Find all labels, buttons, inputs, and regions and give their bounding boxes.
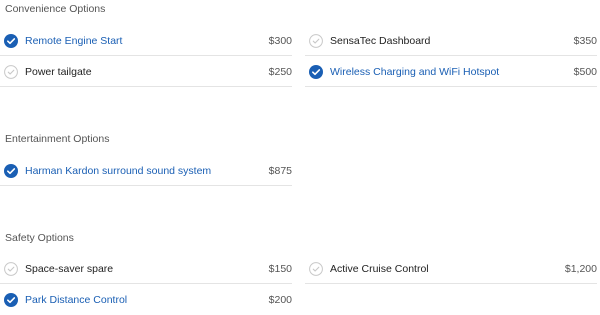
option-price: $300 bbox=[268, 34, 292, 47]
option-label: SensaTec Dashboard bbox=[330, 34, 431, 47]
option-remote-engine-start[interactable]: Remote Engine Start $300 bbox=[0, 26, 292, 56]
option-active-cruise-control[interactable]: Active Cruise Control $1,200 bbox=[305, 254, 597, 284]
option-price: $500 bbox=[573, 65, 597, 78]
section-title: Convenience Options bbox=[5, 3, 106, 15]
check-circle-filled-icon bbox=[309, 64, 323, 79]
option-wireless-charging-wifi-hotspot[interactable]: Wireless Charging and WiFi Hotspot $500 bbox=[305, 57, 597, 87]
option-label: Active Cruise Control bbox=[330, 262, 429, 275]
option-label: Remote Engine Start bbox=[25, 34, 123, 47]
option-park-distance-control[interactable]: Park Distance Control $200 bbox=[0, 285, 292, 315]
option-price: $250 bbox=[268, 65, 292, 78]
check-circle-outline-icon bbox=[309, 261, 323, 276]
entertainment-options-section: Entertainment Options Harman Kardon surr… bbox=[0, 133, 600, 193]
check-circle-filled-icon bbox=[4, 293, 18, 307]
option-label: Space-saver spare bbox=[25, 262, 114, 275]
option-price: $1,200 bbox=[564, 262, 597, 275]
option-label: Power tailgate bbox=[25, 65, 92, 78]
section-title: Entertainment Options bbox=[5, 133, 110, 145]
section-title: Safety Options bbox=[5, 232, 74, 244]
option-price: $875 bbox=[268, 164, 292, 177]
option-power-tailgate[interactable]: Power tailgate $250 bbox=[0, 57, 292, 87]
option-label: Park Distance Control bbox=[25, 294, 128, 306]
option-price: $350 bbox=[573, 34, 597, 47]
check-circle-outline-icon bbox=[4, 64, 18, 79]
check-circle-filled-icon bbox=[4, 163, 18, 178]
option-label: Harman Kardon surround sound system bbox=[25, 164, 212, 177]
check-circle-outline-icon bbox=[4, 261, 18, 276]
option-price: $150 bbox=[268, 262, 292, 275]
convenience-options-section: Convenience Options Remote Engine Start … bbox=[0, 3, 600, 93]
option-price: $200 bbox=[268, 294, 292, 306]
safety-options-section: Safety Options Space-saver spare $150 Ac… bbox=[0, 232, 600, 313]
option-harman-kardon-surround-sound[interactable]: Harman Kardon surround sound system $875 bbox=[0, 156, 292, 186]
check-circle-outline-icon bbox=[309, 33, 323, 48]
options-page: Convenience Options Remote Engine Start … bbox=[0, 0, 600, 313]
check-circle-filled-icon bbox=[4, 33, 18, 48]
option-sensatec-dashboard[interactable]: SensaTec Dashboard $350 bbox=[305, 26, 597, 56]
option-space-saver-spare[interactable]: Space-saver spare $150 bbox=[0, 254, 292, 284]
option-label: Wireless Charging and WiFi Hotspot bbox=[330, 65, 500, 78]
